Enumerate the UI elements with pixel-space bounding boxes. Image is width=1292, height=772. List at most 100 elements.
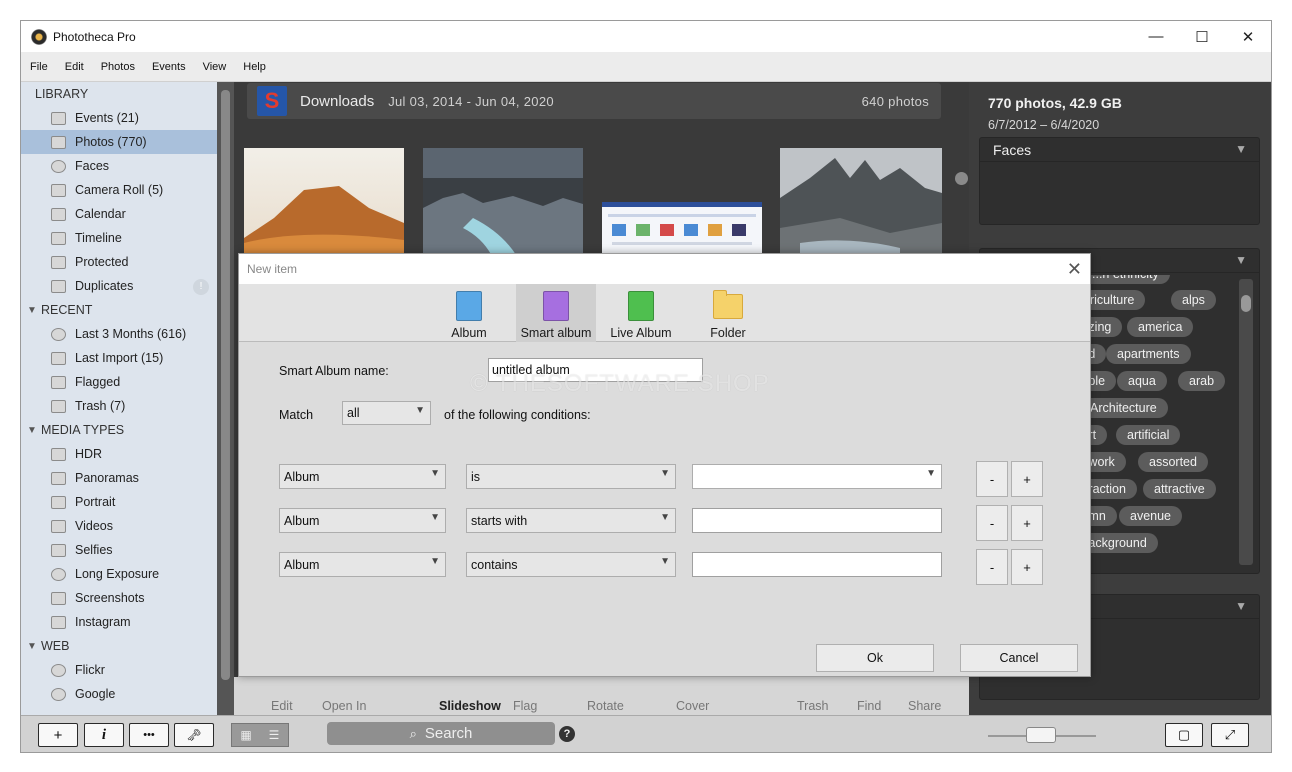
tag-chip[interactable]: apartments [1106, 344, 1191, 364]
type-album[interactable]: Album [429, 284, 509, 342]
grid-view-icon[interactable]: ▦ [232, 724, 260, 746]
sidebar-item-long-exposure[interactable]: Long Exposure [21, 562, 217, 586]
sidebar-item-flagged[interactable]: Flagged [21, 370, 217, 394]
photo-thumbnail-screenshot[interactable] [602, 202, 762, 258]
sidebar-item-screenshots[interactable]: Screenshots [21, 586, 217, 610]
chevron-down-icon[interactable]: ▼ [1235, 253, 1247, 267]
add-condition-button[interactable]: + [1011, 505, 1043, 541]
list-view-icon[interactable]: ☰ [260, 724, 288, 746]
sidebar-item-timeline[interactable]: Timeline [21, 226, 217, 250]
maximize-button[interactable]: ☐ [1179, 21, 1225, 52]
info-button[interactable]: i [84, 723, 124, 747]
tag-chip[interactable]: attractive [1143, 479, 1216, 499]
photo-thumbnail-mountains[interactable] [780, 148, 942, 258]
sidebar-item-events[interactable]: Events (21) [21, 106, 217, 130]
menu-view[interactable]: View [203, 61, 227, 73]
sidebar-item-faces[interactable]: Faces [21, 154, 217, 178]
remove-condition-button[interactable]: - [976, 505, 1008, 541]
tag-chip[interactable]: Architecture [1079, 398, 1168, 418]
share-button[interactable]: Share [908, 699, 941, 713]
sidebar-item-protected[interactable]: Protected [21, 250, 217, 274]
web-header[interactable]: ▼ WEB [21, 634, 217, 658]
sidebar-item-calendar[interactable]: Calendar [21, 202, 217, 226]
type-smart-album[interactable]: Smart album [516, 284, 596, 342]
sidebar-item-photos[interactable]: Photos (770) [21, 130, 217, 154]
add-condition-button[interactable]: + [1011, 549, 1043, 585]
sidebar-item-duplicates[interactable]: Duplicates! [21, 274, 217, 298]
chevron-down-icon[interactable]: ▼ [1235, 599, 1247, 613]
faces-panel-header[interactable]: Faces [980, 138, 1259, 162]
tag-chip[interactable]: artificial [1116, 425, 1181, 445]
condition-field-select[interactable]: Album ▼ [279, 464, 446, 489]
condition-operator-select[interactable]: contains ▼ [466, 552, 676, 577]
type-live-album[interactable]: Live Album [601, 284, 681, 342]
scrollbar-thumb[interactable] [1241, 295, 1251, 312]
sidebar-item-camera-roll[interactable]: Camera Roll (5) [21, 178, 217, 202]
key-button[interactable]: 🗝 [174, 723, 214, 747]
remove-condition-button[interactable]: - [976, 549, 1008, 585]
sidebar-item-portrait[interactable]: Portrait [21, 490, 217, 514]
sidebar-item-google[interactable]: Google [21, 682, 217, 706]
more-button[interactable]: ••• [129, 723, 169, 747]
menu-file[interactable]: File [30, 61, 48, 73]
close-button[interactable]: ✕ [1225, 21, 1271, 52]
photo-thumbnail-waterfall[interactable] [423, 148, 583, 258]
scrollbar-thumb[interactable] [221, 90, 230, 680]
trash-button[interactable]: Trash [797, 699, 829, 713]
tag-chip[interactable]: america [1127, 317, 1194, 337]
tags-scrollbar[interactable] [1239, 279, 1253, 565]
scrollbar-thumb[interactable] [955, 172, 968, 185]
chevron-down-icon[interactable]: ▼ [1235, 142, 1247, 156]
sidebar-item-last-3-months[interactable]: Last 3 Months (616) [21, 322, 217, 346]
menu-photos[interactable]: Photos [101, 61, 135, 73]
condition-field-select[interactable]: Album ▼ [279, 508, 446, 533]
recent-header[interactable]: ▼ RECENT [21, 298, 217, 322]
tag-chip[interactable]: assorted [1138, 452, 1208, 472]
minimize-button[interactable]: — [1133, 21, 1179, 52]
cover-button[interactable]: Cover [676, 699, 709, 713]
condition-operator-select[interactable]: is ▼ [466, 464, 676, 489]
tag-chip[interactable]: alps [1171, 290, 1216, 310]
open-in-button[interactable]: Open In [322, 699, 366, 713]
sidebar-item-instagram[interactable]: Instagram [21, 610, 217, 634]
help-icon[interactable]: ? [559, 726, 575, 742]
zoom-slider[interactable] [988, 727, 1096, 743]
search-input[interactable]: ⌕ Search [327, 722, 555, 745]
edit-button[interactable]: Edit [271, 699, 293, 713]
menu-help[interactable]: Help [243, 61, 266, 73]
tag-chip[interactable]: avenue [1119, 506, 1183, 526]
flag-button[interactable]: Flag [513, 699, 537, 713]
menu-events[interactable]: Events [152, 61, 186, 73]
sidebar-scrollbar[interactable] [217, 82, 234, 715]
fullscreen-button[interactable]: ⤢ [1211, 723, 1249, 747]
ok-button[interactable]: Ok [816, 644, 934, 672]
sidebar-item-hdr[interactable]: HDR [21, 442, 217, 466]
find-button[interactable]: Find [857, 699, 881, 713]
photo-thumbnail-desert[interactable] [244, 148, 404, 258]
single-view-button[interactable]: ▢ [1165, 723, 1203, 747]
condition-value-input[interactable] [692, 552, 942, 577]
cancel-button[interactable]: Cancel [960, 644, 1078, 672]
dialog-close-button[interactable]: ✕ [1067, 259, 1082, 280]
menu-edit[interactable]: Edit [65, 61, 84, 73]
remove-condition-button[interactable]: - [976, 461, 1008, 497]
sidebar-item-flickr[interactable]: Flickr [21, 658, 217, 682]
sidebar-item-videos[interactable]: Videos [21, 514, 217, 538]
tag-chip[interactable]: arab [1178, 371, 1226, 391]
zoom-slider-handle[interactable] [1026, 727, 1056, 743]
condition-value-select[interactable]: ▼ [692, 464, 942, 489]
add-condition-button[interactable]: + [1011, 461, 1043, 497]
sidebar-item-panoramas[interactable]: Panoramas [21, 466, 217, 490]
media-types-header[interactable]: ▼ MEDIA TYPES [21, 418, 217, 442]
condition-operator-select[interactable]: starts with ▼ [466, 508, 676, 533]
tag-chip[interactable]: ...n ethnicity [1081, 275, 1170, 284]
sidebar-item-trash[interactable]: Trash (7) [21, 394, 217, 418]
match-select[interactable]: all ▼ [342, 401, 431, 425]
tag-chip[interactable]: aqua [1117, 371, 1167, 391]
add-button[interactable]: + [38, 723, 78, 747]
condition-value-input[interactable] [692, 508, 942, 533]
slideshow-button[interactable]: Slideshow [439, 699, 501, 713]
condition-field-select[interactable]: Album ▼ [279, 552, 446, 577]
rotate-button[interactable]: Rotate [587, 699, 624, 713]
sidebar-item-last-import[interactable]: Last Import (15) [21, 346, 217, 370]
